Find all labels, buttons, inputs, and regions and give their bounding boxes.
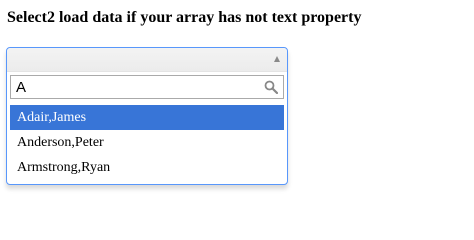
arrow-up-icon[interactable] xyxy=(274,56,280,62)
result-option-adair-james[interactable]: Adair,James xyxy=(10,105,284,130)
result-option-anderson-peter[interactable]: Anderson,Peter xyxy=(10,130,284,155)
result-option-armstrong-ryan[interactable]: Armstrong,Ryan xyxy=(10,155,284,180)
page-title: Select2 load data if your array has not … xyxy=(7,9,362,26)
search-box[interactable] xyxy=(10,75,284,99)
select2-choice[interactable] xyxy=(7,48,287,72)
results-list: Adair,James Anderson,Peter Armstrong,Rya… xyxy=(10,105,284,180)
select2-dropdown[interactable]: Adair,James Anderson,Peter Armstrong,Rya… xyxy=(6,47,288,185)
search-input[interactable] xyxy=(11,76,283,98)
